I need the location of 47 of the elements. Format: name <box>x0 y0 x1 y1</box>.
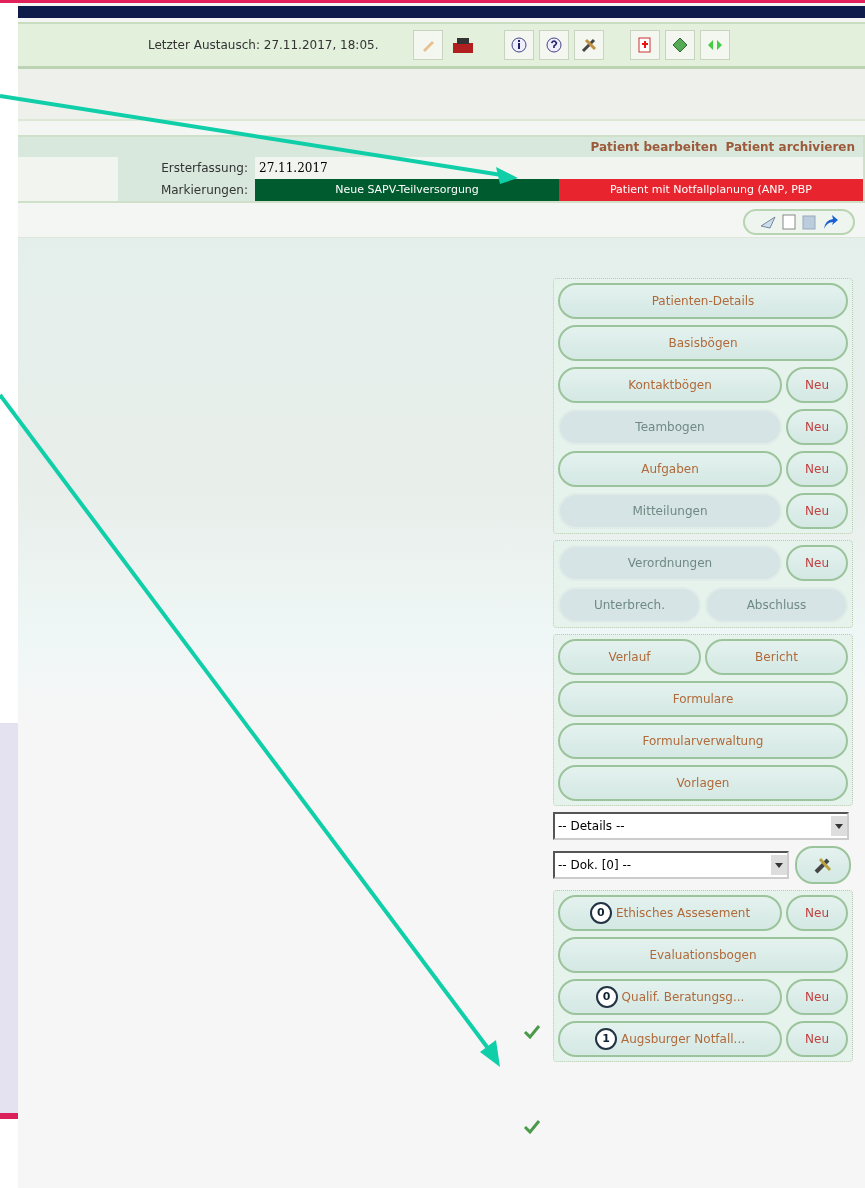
count-badge: 0 <box>595 986 618 1008</box>
nav-button[interactable]: Vorlagen <box>558 765 848 801</box>
count-badge: 1 <box>594 1028 617 1050</box>
check-icon <box>523 1023 541 1039</box>
nav-button[interactable]: Neu <box>786 545 848 581</box>
tools-icon[interactable] <box>574 30 605 60</box>
info-icon[interactable] <box>504 30 535 60</box>
field-label: Markierungen: <box>118 179 255 201</box>
patient-action-link[interactable]: Patient archivieren <box>725 140 855 154</box>
nav-button[interactable]: Neu <box>786 409 848 445</box>
nav-button[interactable]: Neu <box>786 367 848 403</box>
dropdown[interactable]: -- Dok. [0] -- <box>553 851 789 879</box>
check-icon <box>523 1118 541 1134</box>
nav-button[interactable]: Verlauf <box>558 639 701 675</box>
tools-button[interactable] <box>795 846 851 884</box>
send-icon[interactable] <box>759 214 777 230</box>
new-button[interactable]: Neu <box>786 895 848 931</box>
new-button[interactable]: Neu <box>786 1021 848 1057</box>
dropdown[interactable]: -- Details -- <box>553 812 849 840</box>
nav-button[interactable]: Basisbögen <box>558 325 848 361</box>
nav-button[interactable]: Formularverwaltung <box>558 723 848 759</box>
help-icon[interactable] <box>539 30 570 60</box>
form-button[interactable]: Evaluationsbogen <box>558 937 848 973</box>
form-label: Qualif. Beratungsg... <box>621 990 745 1004</box>
form-label: Augsburger Notfall... <box>620 1032 746 1046</box>
redo-arrow-icon[interactable] <box>821 213 839 231</box>
field-value: 27.11.2017 <box>258 161 328 175</box>
nav-button[interactable]: Kontaktbögen <box>558 367 782 403</box>
last-exchange-text: Letzter Austausch: 27.11.2017, 18:05. <box>148 38 379 52</box>
count-badge: 0 <box>589 902 612 924</box>
nav-button[interactable]: Neu <box>786 451 848 487</box>
patient-action-link[interactable]: Patient bearbeiten <box>590 140 718 154</box>
nav-button[interactable]: Bericht <box>705 639 848 675</box>
nav-button[interactable]: Aufgaben <box>558 451 782 487</box>
nav-button[interactable]: Patienten-Details <box>558 283 848 319</box>
new-button[interactable]: Neu <box>786 979 848 1015</box>
form-label: Ethisches Assesement <box>615 906 751 920</box>
form-button[interactable]: 0 Qualif. Beratungsg... <box>558 979 782 1015</box>
field-label: Ersterfassung: <box>118 157 255 179</box>
marking-tag: Patient mit Notfallplanung (ANP, PBP <box>559 179 863 201</box>
form-label: Evaluationsbogen <box>649 948 757 962</box>
form-button[interactable]: 1 Augsburger Notfall... <box>558 1021 782 1057</box>
form-button[interactable]: 0 Ethisches Assesement <box>558 895 782 931</box>
marking-tag: Neue SAPV-Teilversorgung <box>255 179 559 201</box>
nav-button[interactable]: Formulare <box>558 681 848 717</box>
nav-button[interactable]: Neu <box>786 493 848 529</box>
document-icon[interactable] <box>630 30 661 60</box>
